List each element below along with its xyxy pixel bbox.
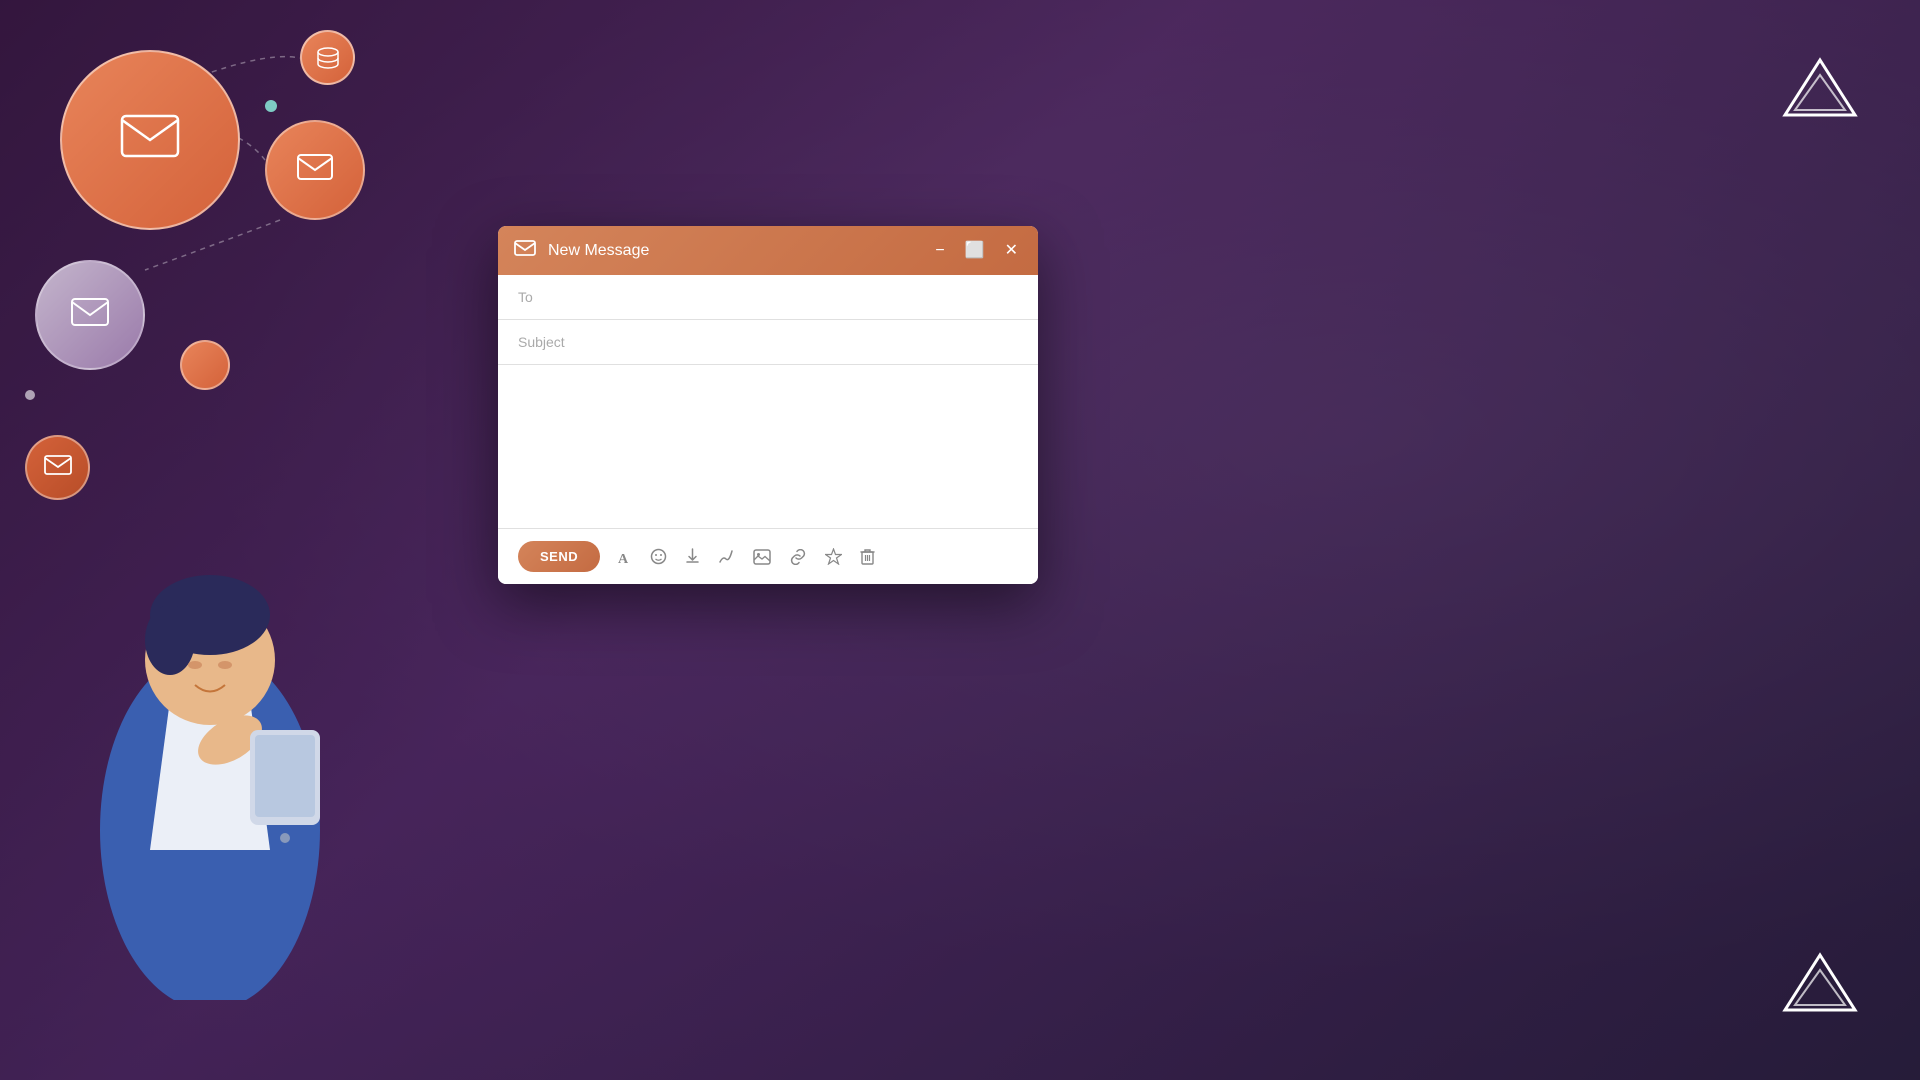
mail-icon-medium <box>297 154 333 186</box>
white-dot <box>25 390 35 400</box>
minimize-button[interactable]: − <box>931 241 948 261</box>
emoji-icon-button[interactable] <box>648 546 669 567</box>
to-field-row <box>498 275 1038 320</box>
message-area <box>498 365 1038 529</box>
db-circle <box>300 30 355 85</box>
font-icon-button[interactable]: A <box>614 547 634 567</box>
compose-window: New Message − ⬜ ✕ SEND A <box>498 226 1038 584</box>
maximize-button[interactable]: ⬜ <box>961 241 989 261</box>
person-illustration <box>50 350 370 1000</box>
send-button[interactable]: SEND <box>518 541 600 572</box>
mail-icon-large <box>120 114 180 167</box>
attach-icon-button[interactable] <box>683 546 702 567</box>
close-button[interactable]: ✕ <box>1001 241 1022 261</box>
email-circle-large <box>60 50 240 230</box>
email-circle-medium <box>265 120 365 220</box>
compose-title: New Message <box>548 242 919 260</box>
compose-mail-icon <box>514 240 536 261</box>
image-icon-button[interactable] <box>751 547 773 567</box>
mail-icon-small <box>71 298 109 332</box>
brand-logo-top <box>1780 55 1860 130</box>
compose-toolbar: SEND A <box>498 529 1038 584</box>
illustration-area: .dash { stroke: rgba(255,255,255,0.35); … <box>0 0 480 1080</box>
link-icon-button[interactable] <box>787 547 809 567</box>
compose-body: SEND A <box>498 275 1038 584</box>
brand-logo-bottom <box>1780 950 1860 1025</box>
to-input[interactable] <box>518 289 1018 305</box>
star-icon-button[interactable] <box>823 546 844 567</box>
compose-titlebar: New Message − ⬜ ✕ <box>498 226 1038 275</box>
subject-field-row <box>498 320 1038 365</box>
trash-icon-button[interactable] <box>858 546 877 567</box>
message-textarea[interactable] <box>518 379 1018 509</box>
titlebar-actions: − ⬜ ✕ <box>931 241 1022 261</box>
signature-icon-button[interactable] <box>716 546 737 567</box>
teal-dot <box>265 100 277 112</box>
svg-text:A: A <box>618 552 629 565</box>
subject-input[interactable] <box>518 334 1018 350</box>
